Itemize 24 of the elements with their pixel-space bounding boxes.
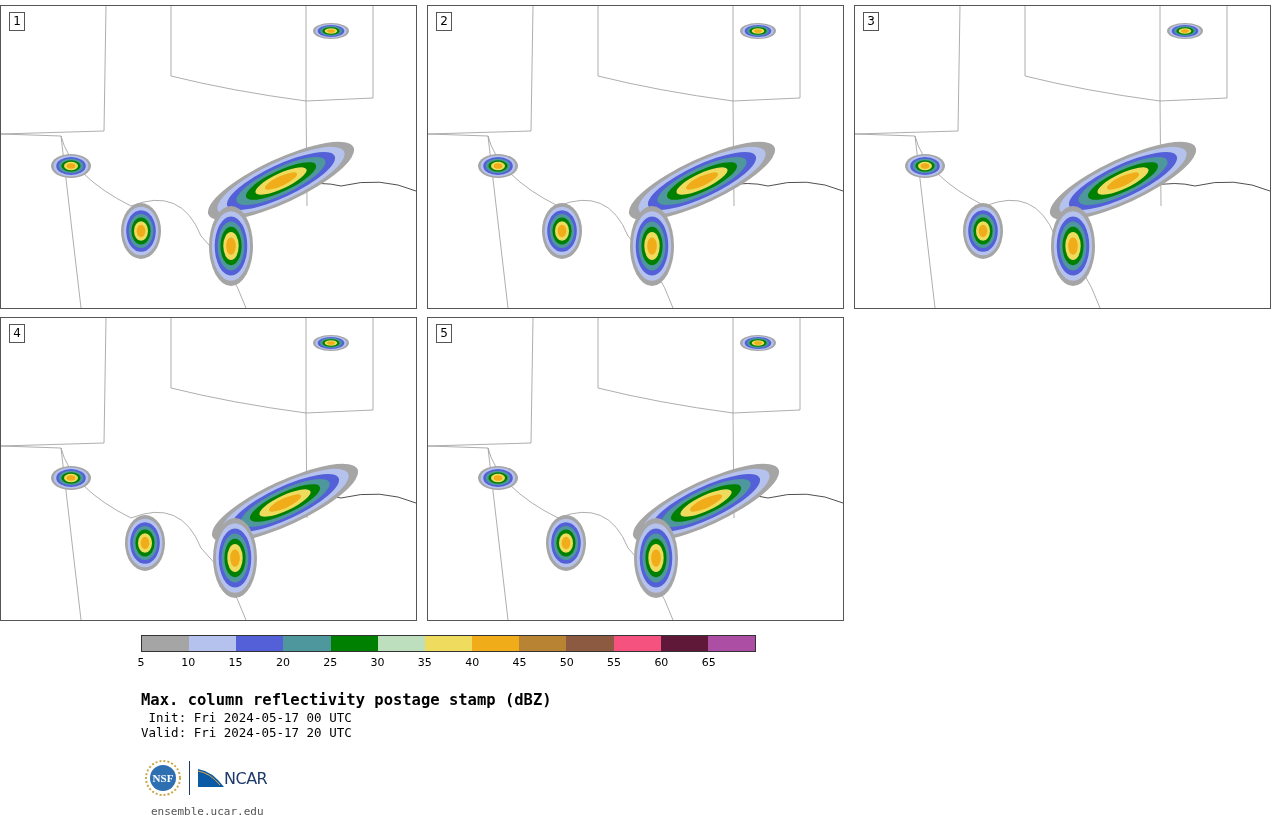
tick-label: 15 <box>228 656 243 669</box>
tick-label: 45 <box>512 656 527 669</box>
valid-time-text: Valid: Fri 2024-05-17 20 UTC <box>141 725 353 740</box>
init-time-text: Init: Fri 2024-05-17 00 UTC <box>147 710 353 725</box>
member-number-label: 3 <box>863 12 879 31</box>
member-number-label: 2 <box>436 12 452 31</box>
tick-label: 20 <box>275 656 290 669</box>
tick-label: 30 <box>370 656 385 669</box>
website-url: ensemble.ucar.edu <box>151 804 265 815</box>
nsf-logo: NSF <box>145 760 181 796</box>
member-number-label: 1 <box>9 12 25 31</box>
tick-label: 5 <box>137 656 145 669</box>
tick-label: 60 <box>654 656 669 669</box>
ncar-logo: NCAR <box>198 769 268 787</box>
tick-label: 50 <box>559 656 574 669</box>
member-number-label: 5 <box>436 324 452 343</box>
chart-title: Max. column reflectivity postage stamp (dBZ) <box>141 690 553 710</box>
member-number-label: 4 <box>9 324 25 343</box>
tick-label: 55 <box>607 656 622 669</box>
tick-label: 35 <box>417 656 432 669</box>
tick-label: 65 <box>701 656 716 669</box>
tick-label: 10 <box>181 656 196 669</box>
tick-label: 40 <box>465 656 480 669</box>
tick-label: 25 <box>323 656 338 669</box>
